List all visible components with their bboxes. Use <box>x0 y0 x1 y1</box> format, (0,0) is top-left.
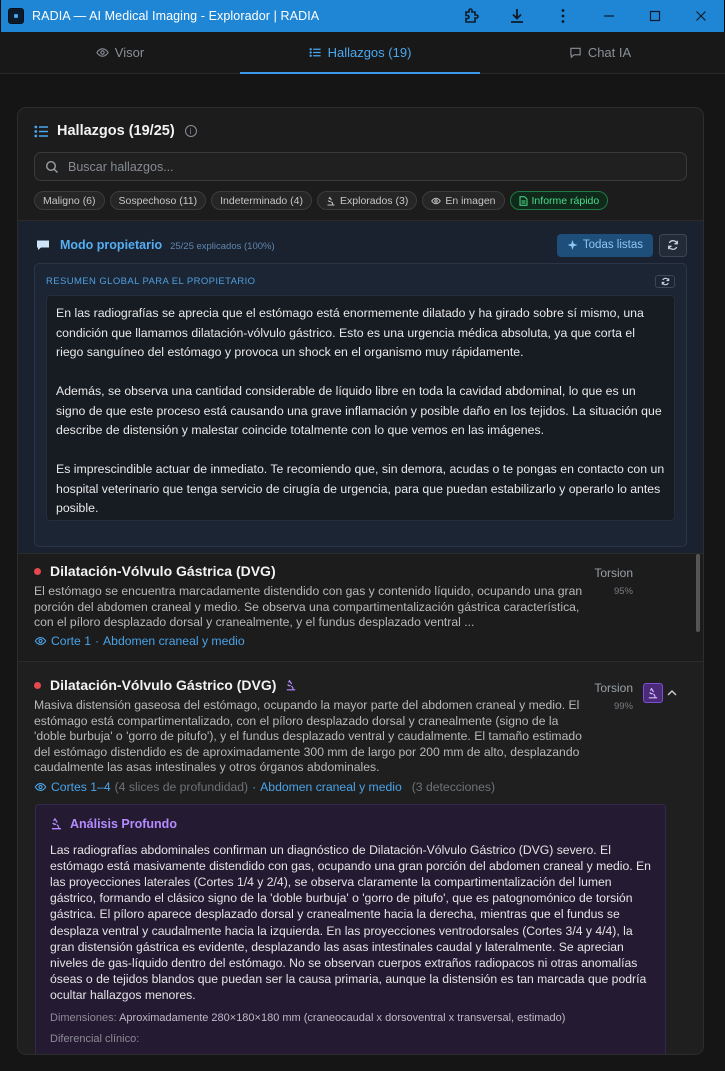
differential-label: Diferencial clínico: <box>50 1032 140 1045</box>
filter-indeterminado[interactable]: Indeterminado (4) <box>211 191 313 210</box>
quick-report-button[interactable]: Informe rápido <box>509 191 609 210</box>
tab-label: Hallazgos (19) <box>327 45 412 60</box>
close-icon[interactable] <box>678 0 724 32</box>
tab-label: Visor <box>114 45 145 60</box>
tab-hallazgos[interactable]: Hallazgos (19) <box>240 32 480 74</box>
filter-sospechoso[interactable]: Sospechoso (11) <box>109 191 207 210</box>
finding-confidence: 99% <box>613 701 633 712</box>
eye-icon <box>96 48 109 57</box>
finding-description: El estómago se encuentra marcadamente di… <box>34 584 583 629</box>
all-ready-button[interactable]: Todas listas <box>556 233 653 257</box>
chevron-up-icon[interactable] <box>666 688 678 698</box>
finding-description: Masiva distensión gaseosa del estómago, … <box>34 698 582 774</box>
owner-summary-text: En las radiografías se aprecia que el es… <box>46 295 675 521</box>
dimensions-row: Dimensiones: Aproximadamente 280×180×180… <box>50 1012 651 1024</box>
deep-analysis-card: Análisis Profundo Las radiografías abdom… <box>35 803 666 1054</box>
list-icon <box>34 125 48 137</box>
finding-item[interactable]: Dilatación-Vólvulo Gástrica (DVG) El est… <box>18 553 703 661</box>
meta-separator: · <box>94 634 100 648</box>
eye-icon <box>431 197 442 204</box>
extensions-icon[interactable] <box>448 0 494 32</box>
microscope-icon <box>287 679 296 691</box>
finding-title: Dilatación-Vólvulo Gástrico (DVG) <box>50 677 277 693</box>
more-options-icon[interactable] <box>540 0 586 32</box>
window-title: RADIA — AI Medical Imaging - Explorador … <box>32 9 320 23</box>
all-ready-label: Todas listas <box>582 239 643 251</box>
chip-label: Maligno (6) <box>43 194 96 207</box>
finding-region: Abdomen craneal y medio <box>260 779 402 794</box>
info-icon[interactable]: i <box>184 125 197 137</box>
finding-tag: Torsion <box>594 566 633 580</box>
download-icon[interactable] <box>494 0 540 32</box>
sparkle-icon <box>567 239 578 250</box>
scrollbar-thumb[interactable] <box>696 554 700 632</box>
dimensions-value: Aproximadamente 280×180×180 mm (craneoca… <box>119 1011 566 1024</box>
detections-count: (3 detecciones) <box>411 779 496 794</box>
panel-title: Hallazgos (19/25) <box>57 123 175 139</box>
severity-dot <box>34 567 41 575</box>
finding-region: Abdomen craneal y medio <box>103 634 245 648</box>
speech-bubble-icon <box>37 240 49 250</box>
maximize-icon[interactable] <box>632 0 678 32</box>
summary-refresh-button[interactable] <box>655 274 675 288</box>
owner-mode-progress: 25/25 explicados (100%) <box>170 240 275 252</box>
dimensions-label: Dimensiones: <box>50 1011 117 1024</box>
microscope-icon <box>327 196 335 205</box>
finding-slice-link[interactable]: Corte 1 <box>51 634 91 648</box>
view-tabs: Visor Hallazgos (19) Chat IA <box>0 32 725 74</box>
eye-icon <box>34 782 47 791</box>
document-icon <box>519 195 528 206</box>
chip-label: En imagen <box>445 194 496 207</box>
finding-item-expanded[interactable]: Dilatación-Vólvulo Gástrico (DVG) Masiva… <box>18 661 703 1054</box>
refresh-icon <box>661 277 669 285</box>
filter-maligno[interactable]: Maligno (6) <box>34 191 105 210</box>
tab-label: Chat IA <box>587 45 632 60</box>
summary-label: RESUMEN GLOBAL PARA EL PROPIETARIO <box>46 275 256 287</box>
eye-icon <box>34 637 47 645</box>
filter-chips: Maligno (6) Sospechoso (11) Indeterminad… <box>34 191 687 210</box>
deep-analysis-button[interactable] <box>643 683 663 703</box>
finding-title: Dilatación-Vólvulo Gástrica (DVG) <box>50 563 276 579</box>
finding-slices-link[interactable]: Cortes 1–4 <box>51 780 111 794</box>
owner-summary-card: RESUMEN GLOBAL PARA EL PROPIETARIO En la… <box>34 263 687 547</box>
chat-icon <box>570 47 581 59</box>
refresh-button[interactable] <box>659 233 687 257</box>
chip-label: Explorados (3) <box>340 194 409 207</box>
chip-label: Informe rápido <box>531 194 600 207</box>
microscope-icon <box>648 687 658 699</box>
deep-analysis-text: Las radiografías abdominales confirman u… <box>50 842 651 1003</box>
microscope-icon <box>51 817 62 830</box>
meta-separator: · <box>252 779 257 794</box>
window-titlebar: RADIA — AI Medical Imaging - Explorador … <box>0 0 725 32</box>
search-input[interactable] <box>68 159 628 174</box>
slices-note: (4 slices de profundidad) <box>114 779 249 794</box>
owner-mode-section: Modo propietario 25/25 explicados (100%)… <box>18 221 703 553</box>
findings-panel: Hallazgos (19/25) i Maligno (6) Sospecho… <box>17 107 704 1055</box>
minimize-icon[interactable] <box>586 0 632 32</box>
refresh-icon <box>668 240 678 250</box>
filter-en-imagen[interactable]: En imagen <box>422 191 505 210</box>
search-icon <box>45 160 58 173</box>
filter-explorados[interactable]: Explorados (3) <box>317 191 418 210</box>
owner-mode-title: Modo propietario <box>60 238 163 252</box>
app-logo-icon <box>8 8 24 24</box>
finding-tag: Torsion <box>594 681 633 695</box>
chip-label: Indeterminado (4) <box>220 194 304 207</box>
search-box <box>34 152 687 181</box>
list-icon <box>309 48 321 57</box>
finding-confidence: 95% <box>613 586 633 597</box>
tab-visor[interactable]: Visor <box>0 32 240 73</box>
deep-analysis-title: Análisis Profundo <box>70 816 177 831</box>
severity-dot <box>34 681 41 689</box>
chip-label: Sospechoso (11) <box>118 194 198 207</box>
tab-chat[interactable]: Chat IA <box>480 32 720 73</box>
